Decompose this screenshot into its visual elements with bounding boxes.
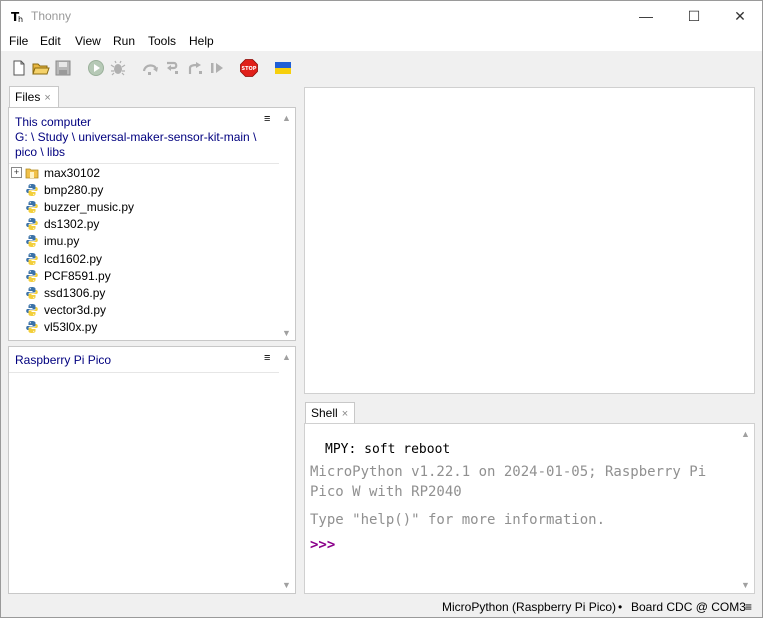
shell-scroll-down-icon[interactable]: ▼ — [741, 580, 750, 590]
shell-line-board: Pico W with RP2040 — [310, 484, 462, 500]
python-file-icon — [26, 235, 38, 248]
python-file-icon — [26, 286, 38, 299]
expand-icon[interactable]: + — [11, 167, 22, 178]
tab-shell-label: Shell — [311, 406, 338, 420]
stop-label: STOP — [242, 66, 257, 72]
menu-edit[interactable]: Edit — [40, 34, 61, 48]
file-name: bmp280.py — [44, 183, 104, 198]
menu-file[interactable]: File — [9, 34, 28, 48]
file-name: vector3d.py — [44, 302, 107, 317]
new-file-icon[interactable] — [10, 59, 28, 77]
file-item[interactable]: ssd1306.py — [9, 285, 279, 302]
tab-files-label: Files — [15, 90, 41, 104]
menu-tools[interactable]: Tools — [148, 34, 176, 48]
shell-scroll-up-icon[interactable]: ▲ — [741, 429, 750, 439]
maximize-button[interactable]: ☐ — [671, 1, 717, 31]
python-file-icon — [26, 269, 38, 282]
file-item[interactable]: lcd1602.py — [9, 251, 279, 268]
stop-icon[interactable]: STOP — [240, 59, 258, 77]
folder-icon — [25, 168, 39, 179]
ukraine-flag-icon[interactable] — [274, 59, 292, 77]
svg-text:h: h — [18, 15, 23, 23]
device-scroll-down-icon[interactable]: ▼ — [282, 580, 291, 590]
python-file-icon — [26, 320, 38, 333]
device-heading[interactable]: Raspberry Pi Pico — [15, 353, 111, 367]
file-item[interactable]: buzzer_music.py — [9, 199, 279, 216]
save-icon[interactable] — [54, 59, 72, 77]
menu-help[interactable]: Help — [189, 34, 214, 48]
port-label[interactable]: Board CDC @ COM3 — [631, 600, 746, 614]
menu-bar: File Edit View Run Tools Help — [1, 31, 762, 51]
run-icon[interactable] — [87, 59, 105, 77]
this-computer-panel: This computer ≡ ▲ G: \ Study \ universal… — [8, 107, 296, 341]
this-computer-heading[interactable]: This computer — [15, 115, 91, 129]
file-name: vl53l0x.py — [44, 319, 98, 334]
python-file-icon — [26, 252, 38, 265]
python-file-icon — [26, 218, 38, 231]
file-item[interactable]: vector3d.py — [9, 302, 279, 319]
divider — [9, 163, 279, 164]
scroll-up-icon[interactable]: ▲ — [282, 113, 291, 123]
path-breadcrumb-line2[interactable]: pico \ libs — [15, 145, 65, 159]
device-panel: Raspberry Pi Pico ≡ ▲ ▼ — [8, 346, 296, 594]
device-panel-menu-icon[interactable]: ≡ — [264, 352, 270, 364]
shell-line-version: MicroPython v1.22.1 on 2024-01-05; Raspb… — [310, 464, 707, 480]
tab-files-close-icon[interactable]: × — [44, 92, 50, 104]
scroll-down-icon[interactable]: ▼ — [282, 328, 291, 338]
status-menu-icon[interactable]: ≡ — [745, 600, 752, 614]
file-name: max30102 — [44, 166, 101, 180]
tab-files[interactable]: Files × — [9, 86, 59, 107]
python-file-icon — [26, 303, 38, 316]
path-breadcrumb-line1[interactable]: G: \ Study \ universal-maker-sensor-kit-… — [15, 130, 256, 144]
open-file-icon[interactable] — [32, 59, 50, 77]
file-item[interactable]: imu.py — [9, 233, 279, 250]
interpreter-selector[interactable]: MicroPython (Raspberry Pi Pico) — [442, 600, 616, 614]
file-name: lcd1602.py — [44, 251, 103, 266]
status-bar: MicroPython (Raspberry Pi Pico) • Board … — [1, 597, 762, 617]
file-item[interactable]: PCF8591.py — [9, 268, 279, 285]
debug-icon[interactable] — [109, 59, 127, 77]
folder-item[interactable]: + max30102 — [9, 165, 279, 182]
file-item[interactable]: bmp280.py — [9, 182, 279, 199]
close-window-button[interactable]: ✕ — [717, 1, 763, 31]
file-name: buzzer_music.py — [44, 200, 135, 215]
shell-line-soft-reboot: MPY: soft reboot — [325, 442, 451, 457]
title-bar: T h Thonny — ☐ ✕ — [1, 1, 762, 31]
shell-line-help: Type "help()" for more information. — [310, 512, 606, 528]
resume-icon[interactable] — [208, 59, 226, 77]
thonny-app-icon: T h — [11, 10, 23, 23]
step-into-icon[interactable] — [164, 59, 182, 77]
editor-area[interactable] — [304, 87, 755, 394]
python-file-icon — [26, 201, 38, 214]
window-title: Thonny — [31, 9, 72, 23]
thonny-window: T h Thonny — ☐ ✕ File Edit View Run Tool… — [0, 0, 763, 618]
step-over-icon[interactable] — [142, 59, 160, 77]
shell-prompt[interactable]: >>> — [310, 537, 335, 553]
step-out-icon[interactable] — [186, 59, 204, 77]
menu-run[interactable]: Run — [113, 34, 135, 48]
toolbar: STOP — [1, 51, 762, 85]
file-item[interactable]: vl53l0x.py — [9, 319, 279, 336]
file-name: ds1302.py — [44, 217, 100, 232]
tab-shell-close-icon[interactable]: × — [342, 408, 348, 420]
status-separator: • — [618, 600, 623, 614]
shell-panel[interactable]: MPY: soft reboot MicroPython v1.22.1 on … — [304, 423, 755, 594]
python-file-icon — [26, 184, 38, 197]
minimize-button[interactable]: — — [623, 1, 669, 31]
file-name: imu.py — [44, 234, 80, 249]
file-item[interactable]: ds1302.py — [9, 216, 279, 233]
tab-shell[interactable]: Shell × — [305, 402, 355, 423]
files-panel-menu-icon[interactable]: ≡ — [264, 113, 270, 125]
file-name: PCF8591.py — [44, 268, 111, 283]
device-scroll-up-icon[interactable]: ▲ — [282, 352, 291, 362]
file-list: + max30102 bmp280.py buzzer_music.py ds1302.… — [9, 165, 284, 340]
file-name: ssd1306.py — [44, 285, 106, 300]
divider — [9, 372, 279, 373]
menu-view[interactable]: View — [75, 34, 101, 48]
